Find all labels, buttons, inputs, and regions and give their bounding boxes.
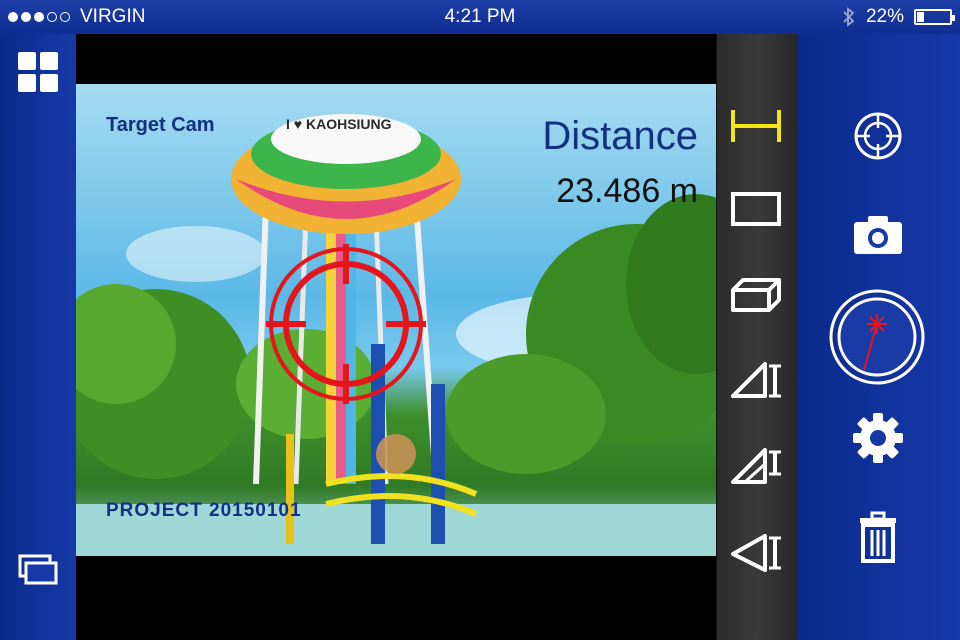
gallery-icon[interactable] xyxy=(18,554,58,586)
camera-icon[interactable] xyxy=(852,214,904,256)
distance-label: Distance xyxy=(542,114,698,158)
target-crosshair-icon xyxy=(266,244,426,404)
clock: 4:21 PM xyxy=(444,6,516,27)
measurement-tools xyxy=(716,34,799,640)
settings-gear-icon[interactable] xyxy=(852,412,904,464)
tower-banner-text: I ♥ KAOHSIUNG xyxy=(286,116,392,132)
distance-value: 23.486 m xyxy=(556,172,698,210)
triangle-base-icon[interactable] xyxy=(729,530,783,576)
volume-measure-icon[interactable] xyxy=(729,272,783,316)
area-measure-icon[interactable] xyxy=(729,186,783,230)
grid-menu-icon[interactable] xyxy=(18,52,58,92)
laser-shutter-button[interactable] xyxy=(828,288,926,386)
project-label: PROJECT 20150101 xyxy=(106,500,302,521)
status-bar: VIRGIN 4:21 PM 22% xyxy=(0,0,960,34)
battery-level xyxy=(917,12,925,22)
target-icon[interactable] xyxy=(852,110,904,162)
target-cam-label: Target Cam xyxy=(106,114,215,136)
camera-viewport: I ♥ KAOHSIUNG Target Cam Distance 23.486… xyxy=(76,34,716,640)
left-sidebar xyxy=(0,34,76,640)
camera-preview: I ♥ KAOHSIUNG Target Cam Distance 23.486… xyxy=(76,84,716,556)
bluetooth-icon xyxy=(843,7,855,27)
battery-icon xyxy=(914,9,955,25)
trash-icon[interactable] xyxy=(856,510,900,564)
distance-measure-icon[interactable] xyxy=(729,104,783,148)
battery-percent: 22% xyxy=(865,6,904,27)
triangle-height-icon[interactable] xyxy=(729,444,783,490)
right-sidebar xyxy=(798,34,960,640)
angle-measure-icon[interactable] xyxy=(729,358,783,404)
status-right: 22% xyxy=(842,6,955,28)
